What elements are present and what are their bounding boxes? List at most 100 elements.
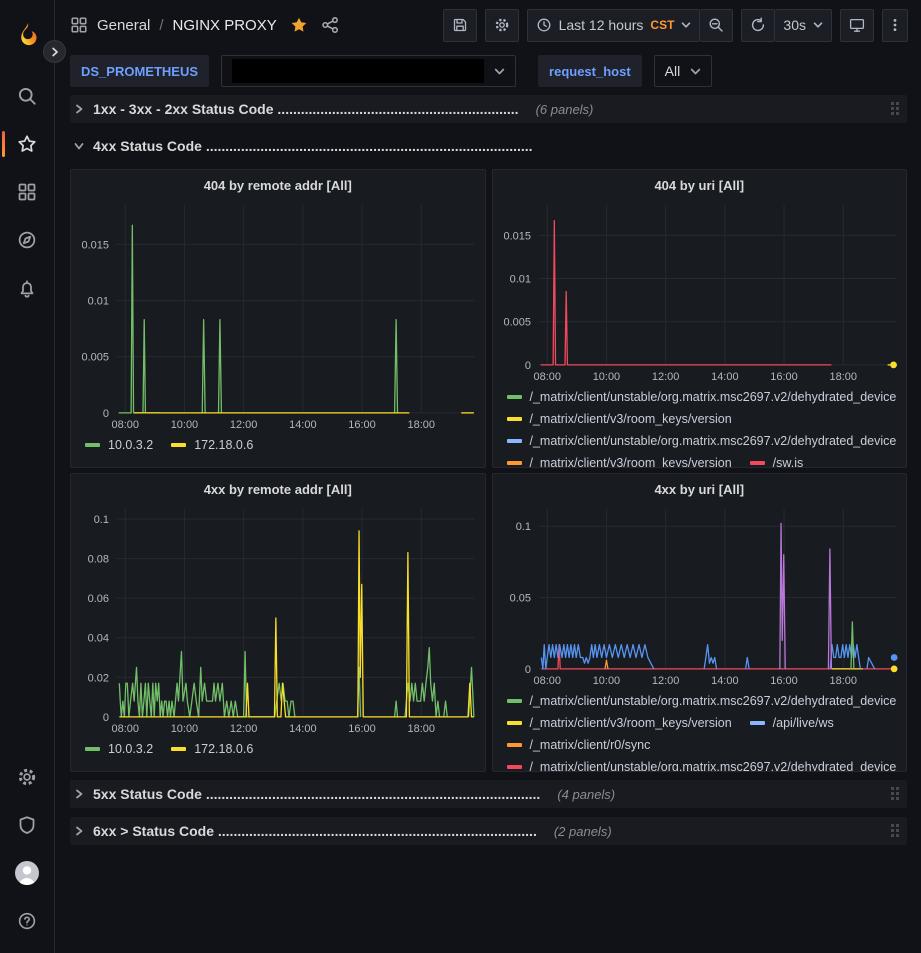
legend-item[interactable]: 172.18.0.6 xyxy=(171,740,253,758)
legend-item[interactable]: /_matrix/client/v3/room_keys/version xyxy=(507,410,732,428)
more-options-button[interactable] xyxy=(882,9,908,42)
legend-label: /_matrix/client/v3/room_keys/version xyxy=(530,410,732,428)
svg-text:0.05: 0.05 xyxy=(509,593,530,605)
svg-text:0.01: 0.01 xyxy=(88,296,109,308)
user-avatar xyxy=(14,860,40,886)
svg-text:0: 0 xyxy=(103,408,109,420)
legend-item[interactable]: /sw.js xyxy=(750,454,804,467)
chevron-down-icon xyxy=(72,139,86,153)
refresh-interval-label: 30s xyxy=(783,17,806,33)
save-dashboard-button[interactable] xyxy=(443,9,477,42)
panel-title[interactable]: 4xx by remote addr [All] xyxy=(71,474,485,499)
svg-text:0.015: 0.015 xyxy=(82,239,109,251)
legend-item[interactable]: /_matrix/client/unstable/org.matrix.msc2… xyxy=(507,388,897,406)
svg-text:12:00: 12:00 xyxy=(651,371,678,383)
timeseries-chart[interactable]: 00.0050.010.01508:0010:0012:0014:0016:00… xyxy=(493,195,907,385)
sidebar-expand-button[interactable] xyxy=(43,40,66,63)
dashboards-grid-icon xyxy=(17,182,37,202)
dashboard-settings-button[interactable] xyxy=(485,9,519,42)
sidebar-item-search[interactable] xyxy=(0,72,54,120)
sidebar-item-server-admin[interactable] xyxy=(0,801,54,849)
legend-label: /_matrix/client/v3/room_keys/version xyxy=(530,454,732,467)
legend-swatch xyxy=(507,461,522,465)
svg-text:14:00: 14:00 xyxy=(289,419,316,431)
favorite-button[interactable] xyxy=(290,16,308,34)
legend-item[interactable]: /_matrix/client/r0/sync xyxy=(507,736,651,754)
grafana-logo-icon xyxy=(14,21,41,48)
legend-swatch xyxy=(171,747,186,751)
timeseries-chart[interactable]: 00.020.040.060.080.108:0010:0012:0014:00… xyxy=(71,499,485,737)
chevron-down-icon xyxy=(813,20,823,30)
share-icon xyxy=(321,16,339,34)
time-range-picker[interactable]: Last 12 hours CST xyxy=(527,9,701,42)
legend-item[interactable]: /_matrix/client/unstable/org.matrix.msc2… xyxy=(507,432,897,450)
sidebar-item-starred[interactable] xyxy=(0,120,54,168)
svg-text:08:00: 08:00 xyxy=(533,371,560,383)
svg-text:18:00: 18:00 xyxy=(829,675,856,687)
row-title: 1xx - 3xx - 2xx Status Code ............… xyxy=(93,101,519,117)
legend-item[interactable]: /_matrix/client/unstable/org.matrix.msc2… xyxy=(507,692,897,710)
svg-text:10:00: 10:00 xyxy=(171,419,198,431)
breadcrumb-dashboard-title[interactable]: NGINX PROXY xyxy=(173,17,277,34)
kebab-menu-icon xyxy=(887,17,903,33)
legend-swatch xyxy=(85,443,100,447)
sidebar-item-alerting[interactable] xyxy=(0,264,54,312)
legend-item[interactable]: /_matrix/client/v3/room_keys/version xyxy=(507,454,732,467)
request-host-variable-value: All xyxy=(665,63,681,79)
zoom-out-time-button[interactable] xyxy=(700,9,733,42)
chevron-down-icon xyxy=(681,20,691,30)
variable-request-host: request_host xyxy=(538,55,642,87)
row-drag-handle[interactable] xyxy=(889,823,903,839)
legend-swatch xyxy=(171,443,186,447)
legend-item[interactable]: /_matrix/client/v3/room_keys/version xyxy=(507,714,732,732)
datasource-variable-select[interactable] xyxy=(221,55,516,87)
sidebar-item-configuration[interactable] xyxy=(0,753,54,801)
panel-title[interactable]: 404 by uri [All] xyxy=(493,170,907,195)
dashboard-row-4xx[interactable]: 4xx Status Code ........................… xyxy=(70,132,907,160)
legend-label: 172.18.0.6 xyxy=(194,436,253,454)
legend-swatch xyxy=(507,765,522,769)
clock-icon xyxy=(536,17,552,33)
chevron-right-icon xyxy=(72,787,86,801)
panel-title[interactable]: 404 by remote addr [All] xyxy=(71,170,485,195)
dashboard-row-5xx[interactable]: 5xx Status Code ........................… xyxy=(70,780,907,808)
row-drag-handle[interactable] xyxy=(889,786,903,802)
timeseries-chart[interactable]: 00.0050.010.01508:0010:0012:0014:0016:00… xyxy=(71,195,485,433)
panel-404-by-uri: 404 by uri [All] 00.0050.010.01508:0010:… xyxy=(492,169,908,468)
legend-item[interactable]: 172.18.0.6 xyxy=(171,436,253,454)
legend-item[interactable]: /api/live/ws xyxy=(750,714,834,732)
tv-mode-button[interactable] xyxy=(840,9,874,42)
dashboard-row-6xx[interactable]: 6xx > Status Code ......................… xyxy=(70,817,907,845)
sidebar-item-dashboards[interactable] xyxy=(0,168,54,216)
legend-item[interactable]: /_matrix/client/unstable/org.matrix.msc2… xyxy=(507,758,897,771)
legend-item[interactable]: 10.0.3.2 xyxy=(85,436,153,454)
time-picker-group: Last 12 hours CST xyxy=(527,9,734,42)
sidebar-item-help[interactable] xyxy=(0,897,54,945)
breadcrumb: General / NGINX PROXY xyxy=(70,16,339,34)
legend-swatch xyxy=(507,699,522,703)
share-button[interactable] xyxy=(321,16,339,34)
sidebar-item-profile[interactable] xyxy=(0,849,54,897)
dashboard-row-1xx-3xx-2xx[interactable]: 1xx - 3xx - 2xx Status Code ............… xyxy=(70,95,907,123)
refresh-interval-picker[interactable]: 30s xyxy=(775,9,832,42)
panel-404-by-remote-addr: 404 by remote addr [All] 0 0.005 0.01 0.015… xyxy=(70,169,486,468)
panel-title[interactable]: 4xx by uri [All] xyxy=(493,474,907,499)
row-drag-handle[interactable] xyxy=(889,101,903,117)
svg-text:0.005: 0.005 xyxy=(82,352,109,364)
svg-text:12:00: 12:00 xyxy=(651,675,678,687)
shield-icon xyxy=(17,815,37,835)
compass-icon xyxy=(17,230,37,250)
svg-text:0.1: 0.1 xyxy=(94,514,109,526)
legend-item[interactable]: 10.0.3.2 xyxy=(85,740,153,758)
legend-swatch xyxy=(750,721,765,725)
request-host-variable-select[interactable]: All xyxy=(654,55,713,87)
timeseries-chart[interactable]: 00.050.108:0010:0012:0014:0016:0018:00 xyxy=(493,499,907,689)
dashboard-grid-icon[interactable] xyxy=(70,16,88,34)
help-icon xyxy=(17,911,37,931)
svg-text:0.01: 0.01 xyxy=(509,274,530,286)
legend-label: /_matrix/client/v3/room_keys/version xyxy=(530,714,732,732)
sidebar-item-explore[interactable] xyxy=(0,216,54,264)
breadcrumb-folder[interactable]: General xyxy=(97,17,150,34)
svg-text:10:00: 10:00 xyxy=(171,723,198,735)
refresh-button[interactable] xyxy=(741,9,775,42)
